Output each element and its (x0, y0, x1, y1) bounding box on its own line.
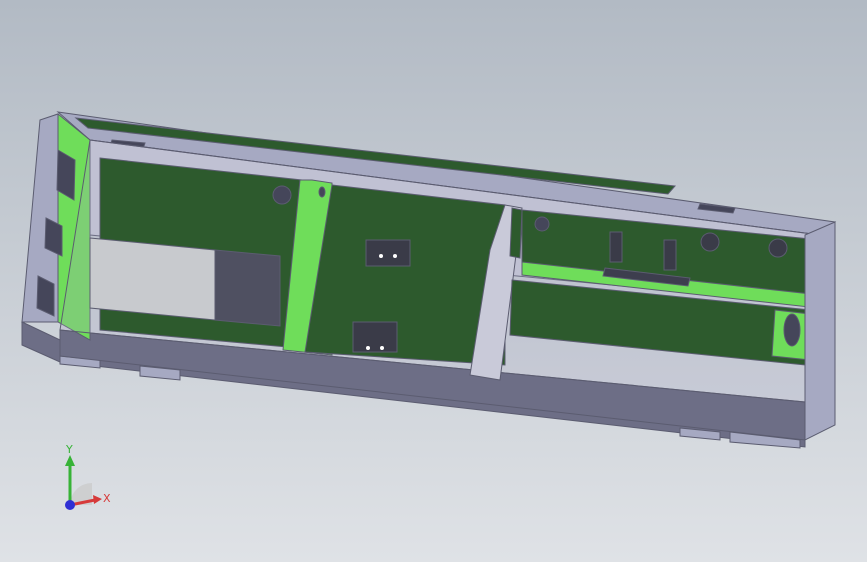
right-end-face (804, 221, 836, 441)
connector-b-pin-2 (380, 346, 384, 350)
pcb-left-mount-hole (272, 185, 292, 205)
connector-b-pin-1 (366, 346, 370, 350)
component-upright-b[interactable] (663, 239, 677, 271)
pcb-button-b[interactable] (768, 238, 788, 258)
connector-a[interactable] (365, 239, 411, 267)
battery-pack-light[interactable] (89, 237, 216, 321)
3d-viewport[interactable]: Y X (0, 0, 867, 562)
pcb-right-mount-hole (534, 216, 550, 232)
connector-a-pin-1 (379, 254, 383, 258)
right-end-hole[interactable] (783, 313, 801, 347)
connector-b[interactable] (352, 321, 398, 353)
divider-slot (318, 186, 326, 198)
z-axis-icon (65, 500, 75, 510)
connector-a-pin-2 (393, 254, 397, 258)
battery-pack-dark[interactable] (214, 249, 281, 327)
x-axis-label: X (103, 492, 111, 505)
pcb-button-a[interactable] (700, 232, 720, 252)
viewport-canvas[interactable]: Y X (0, 0, 867, 562)
y-axis-label: Y (65, 443, 73, 456)
component-upright-a[interactable] (609, 231, 623, 263)
pcb-middle[interactable] (304, 184, 506, 366)
middle-wall-slot (509, 207, 523, 259)
